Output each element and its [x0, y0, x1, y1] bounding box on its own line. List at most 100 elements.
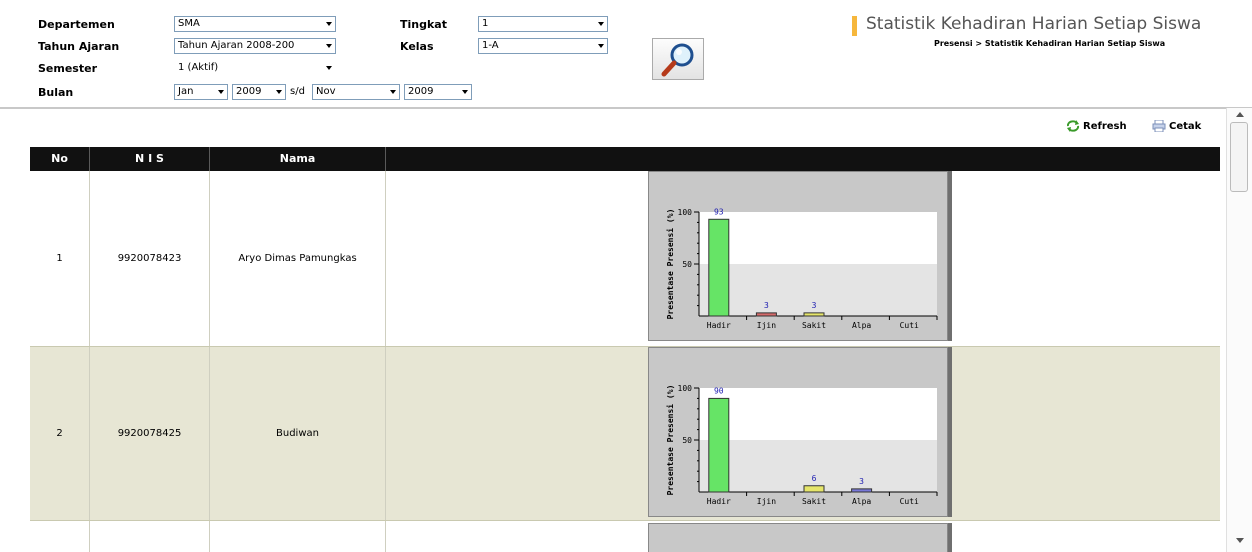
data-label: 3 — [859, 477, 864, 486]
data-label: 3 — [812, 301, 817, 310]
x-tick-label: Sakit — [802, 321, 826, 330]
row-no: 1 — [30, 171, 90, 346]
row-nama: Budiwan — [210, 347, 386, 520]
search-button[interactable] — [652, 38, 704, 80]
refresh-icon — [1066, 120, 1080, 132]
attendance-chart-svg: 100 50 Presentase Presensi (%) 90 Hadir Ijin 6… — [665, 384, 938, 506]
chevron-down-icon — [462, 90, 468, 94]
page-title: Statistik Kehadiran Harian Setiap Siswa — [866, 14, 1202, 34]
tahun-ajaran-value: Tahun Ajaran 2008-200 — [178, 40, 295, 51]
bulan-from-year-select[interactable]: 2009 — [232, 84, 286, 100]
plot-background-lower — [699, 440, 937, 492]
bulan-from-month-select[interactable]: Jan — [174, 84, 228, 100]
chevron-down-icon — [276, 90, 282, 94]
x-tick-label: Hadir — [707, 497, 731, 506]
column-header-no: No — [30, 147, 90, 171]
bulan-from-year-value: 2009 — [236, 86, 262, 97]
y-tick-label: 50 — [682, 260, 692, 269]
plot-background-upper — [699, 212, 937, 264]
y-tick-label: 50 — [682, 436, 692, 445]
semester-label: Semester — [38, 62, 97, 75]
bar-hadir — [708, 218, 730, 317]
attendance-chart — [648, 523, 948, 552]
kelas-label: Kelas — [400, 40, 434, 53]
row-nis — [90, 521, 210, 552]
row-nis: 9920078425 — [90, 347, 210, 520]
refresh-label: Refresh — [1083, 120, 1127, 132]
plot-background-upper — [699, 388, 937, 440]
kelas-select[interactable]: 1-A — [478, 38, 608, 54]
table-header: No N I S Nama — [30, 147, 1220, 171]
x-tick-label: Alpa — [852, 321, 871, 330]
bar-alpa — [851, 488, 873, 493]
tahun-ajaran-label: Tahun Ajaran — [38, 40, 120, 53]
bulan-from-month-value: Jan — [178, 86, 194, 97]
scrollbar-thumb[interactable] — [1230, 122, 1248, 192]
departemen-select[interactable]: SMA — [174, 16, 336, 32]
row-no: 2 — [30, 347, 90, 520]
header-divider — [0, 107, 1252, 109]
y-tick-label: 100 — [678, 384, 693, 393]
scroll-down-icon[interactable] — [1236, 538, 1244, 543]
chevron-down-icon — [218, 90, 224, 94]
vertical-scrollbar[interactable] — [1226, 108, 1252, 552]
title-accent-bar — [852, 16, 857, 36]
refresh-button[interactable]: Refresh — [1066, 120, 1127, 132]
x-tick-label: Ijin — [757, 321, 776, 330]
print-label: Cetak — [1169, 120, 1202, 132]
column-header-nis: N I S — [90, 147, 210, 171]
scroll-up-icon[interactable] — [1236, 112, 1244, 117]
column-header-chart — [386, 147, 1220, 171]
printer-icon — [1152, 119, 1166, 133]
table-row[interactable]: 1 9920078423 Aryo Dimas Pamungkas 100 50 P… — [30, 171, 1220, 347]
row-nama: Aryo Dimas Pamungkas — [210, 171, 386, 346]
chevron-down-icon — [326, 66, 332, 70]
row-nama — [210, 521, 386, 552]
semester-select[interactable]: 1 (Aktif) — [174, 60, 336, 76]
tahun-ajaran-select[interactable]: Tahun Ajaran 2008-200 — [174, 38, 336, 54]
x-tick-label: Sakit — [802, 497, 826, 506]
data-label: 3 — [764, 301, 769, 310]
x-tick-label: Hadir — [707, 321, 731, 330]
data-label: 6 — [812, 474, 817, 483]
chevron-down-icon — [326, 22, 332, 26]
table-row[interactable] — [30, 521, 1220, 552]
y-axis-label: Presentase Presensi (%) — [665, 209, 675, 320]
attendance-chart-svg: 100 50 Presentase Presensi (%) 93 Hadir 3 Ijin… — [665, 207, 938, 330]
departemen-value: SMA — [178, 18, 200, 29]
y-tick-label: 100 — [678, 208, 693, 217]
x-tick-label: Cuti — [900, 321, 919, 330]
kelas-value: 1-A — [482, 40, 499, 51]
row-nis: 9920078423 — [90, 171, 210, 346]
tingkat-label: Tingkat — [400, 18, 447, 31]
bulan-to-year-select[interactable]: 2009 — [404, 84, 472, 100]
tingkat-select[interactable]: 1 — [478, 16, 608, 32]
attendance-chart: 100 50 Presentase Presensi (%) 90 Hadir Ijin 6… — [648, 347, 948, 517]
attendance-chart: 100 50 Presentase Presensi (%) 93 Hadir 3 Ijin… — [648, 171, 948, 341]
bar-sakit — [803, 485, 825, 493]
chevron-down-icon — [390, 90, 396, 94]
row-no — [30, 521, 90, 552]
departemen-label: Departemen — [38, 18, 115, 31]
magnifier-icon — [661, 43, 694, 77]
bulan-to-month-select[interactable]: Nov — [312, 84, 400, 100]
data-label: 93 — [714, 207, 724, 216]
x-tick-label: Alpa — [852, 497, 871, 506]
chevron-down-icon — [598, 44, 604, 48]
chevron-down-icon — [598, 22, 604, 26]
breadcrumb: Presensi > Statistik Kehadiran Harian Se… — [934, 39, 1166, 48]
filter-panel: Departemen SMA Tahun Ajaran Tahun Ajaran… — [0, 0, 1252, 108]
tingkat-value: 1 — [482, 18, 489, 29]
bar-hadir — [708, 397, 730, 493]
table-row[interactable]: 2 9920078425 Budiwan 100 50 Presentase Pre… — [30, 347, 1220, 521]
bar-sakit — [803, 312, 825, 317]
plot-background-lower — [699, 264, 937, 316]
column-header-nama: Nama — [210, 147, 386, 171]
semester-value: 1 (Aktif) — [178, 62, 219, 73]
print-button[interactable]: Cetak — [1152, 119, 1202, 133]
y-axis-label: Presentase Presensi (%) — [665, 385, 675, 496]
bulan-to-month-value: Nov — [316, 86, 336, 97]
data-label: 90 — [714, 386, 724, 395]
x-tick-label: Cuti — [900, 497, 919, 506]
bar-ijin — [755, 312, 777, 317]
